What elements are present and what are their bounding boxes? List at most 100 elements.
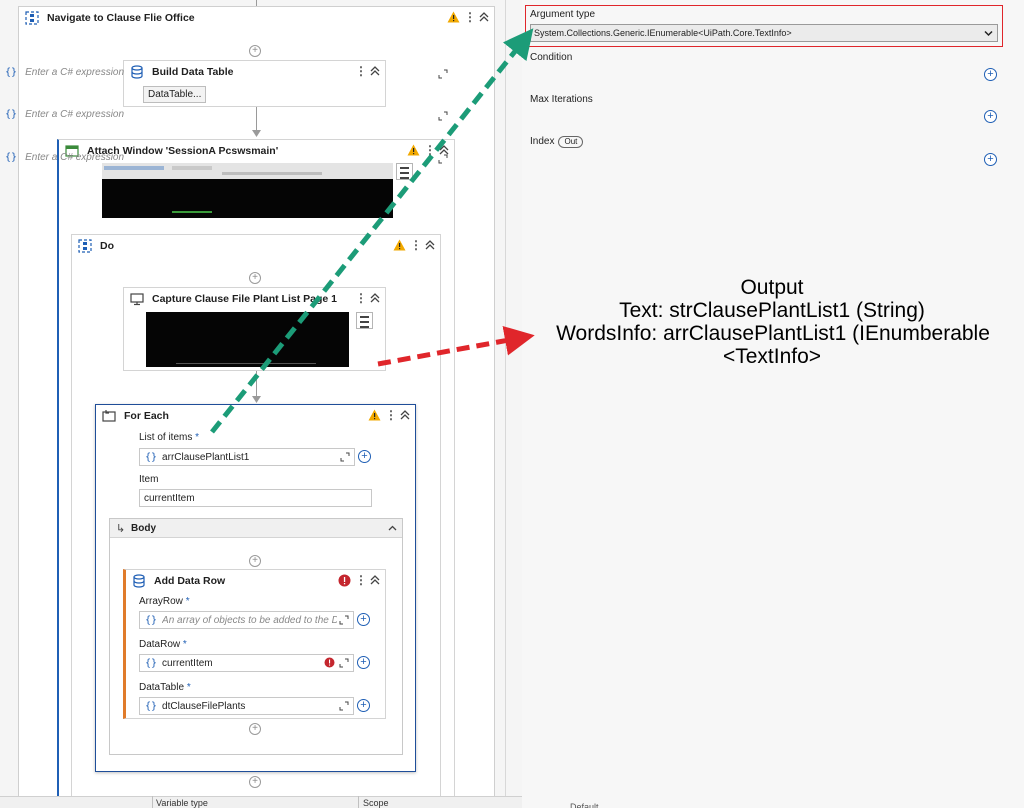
do-controls: ⋮	[393, 238, 436, 252]
navigate-controls: ⋮	[447, 10, 490, 24]
connector-line	[256, 371, 257, 398]
output-annotation: Output Text: strClausePlantList1 (String…	[536, 276, 1008, 368]
navigate-title: Navigate to Clause Flie Office	[47, 12, 195, 24]
expression-icon: {}	[5, 152, 18, 163]
monitor-icon	[130, 293, 144, 306]
list-of-items-value: arrClausePlantList1	[162, 451, 250, 463]
variable-type-column[interactable]: Variable type	[156, 798, 208, 808]
capture-title: Capture Clause File Plant List Page 1	[152, 293, 337, 305]
body-arrow-icon: ↳	[116, 523, 126, 535]
out-badge: Out	[558, 136, 584, 148]
capture-controls: ⋮	[355, 291, 381, 305]
warning-icon	[393, 239, 406, 251]
expand-icon[interactable]	[438, 111, 448, 121]
properties-panel	[522, 0, 1024, 808]
add-activity-icon[interactable]: +	[249, 776, 261, 788]
max-iterations-placeholder: Enter a C# expression	[25, 109, 125, 120]
collapse-icon[interactable]	[369, 292, 381, 304]
body-header[interactable]: ↳ Body	[110, 519, 402, 538]
expression-icon: {}	[5, 67, 18, 78]
more-options-icon[interactable]: ⋮	[464, 10, 476, 24]
collapse-icon[interactable]	[399, 409, 411, 421]
sequence-icon	[25, 11, 39, 25]
more-options-icon[interactable]: ⋮	[355, 291, 367, 305]
data-table-value: dtClauseFilePlants	[162, 700, 246, 712]
collapse-icon[interactable]	[478, 11, 490, 23]
argument-type-dropdown[interactable]: System.Collections.Generic.IEnumerable<U…	[530, 24, 998, 42]
add-data-row-title: Add Data Row	[154, 575, 226, 587]
list-of-items-field[interactable]: {} arrClausePlantList1	[139, 448, 355, 466]
warning-icon	[447, 11, 460, 23]
arrow-down-icon	[252, 396, 261, 403]
for-each-title: For Each	[124, 410, 169, 422]
max-iterations-label: Max Iterations	[530, 94, 593, 105]
index-placeholder: Enter a C# expression	[25, 152, 125, 163]
add-data-row-controls: ⋮	[338, 573, 381, 587]
add-activity-icon[interactable]: +	[249, 555, 261, 567]
index-label: Index Out	[530, 136, 584, 148]
add-argument-icon[interactable]: +	[984, 153, 997, 166]
capture-screenshot-thumbnail	[146, 312, 349, 367]
annotation-line-4: <TextInfo>	[722, 345, 822, 368]
index-field[interactable]: {} Enter a C# expression	[0, 151, 452, 164]
expression-icon: {}	[145, 451, 158, 463]
data-table-field[interactable]: {} dtClauseFilePlants	[139, 697, 354, 715]
variables-panel-header: Variable type Scope	[0, 796, 522, 808]
canvas-divider	[505, 0, 506, 796]
datatable-button[interactable]: DataTable...	[143, 86, 207, 103]
data-table-icon	[133, 574, 145, 588]
more-options-icon[interactable]: ⋮	[385, 408, 397, 422]
collapse-icon[interactable]	[369, 574, 381, 586]
data-table-label: DataTable *	[139, 682, 191, 693]
annotation-line-2: Text: strClausePlantList1 (String)	[619, 299, 925, 322]
condition-field[interactable]: {} Enter a C# expression	[0, 66, 452, 79]
warning-icon	[368, 409, 381, 421]
item-field[interactable]: currentItem	[139, 489, 372, 507]
menu-icon[interactable]	[396, 163, 413, 180]
max-iterations-field[interactable]: {} Enter a C# expression	[0, 108, 452, 121]
add-argument-icon[interactable]: +	[357, 699, 370, 712]
navigate-header: Navigate to Clause Flie Office	[19, 7, 494, 29]
add-argument-icon[interactable]: +	[357, 613, 370, 626]
annotation-line-1: Output	[740, 276, 804, 299]
window-screenshot-thumbnail	[102, 163, 393, 218]
expand-icon[interactable]	[438, 69, 448, 79]
expression-icon: {}	[145, 700, 158, 712]
scope-column[interactable]: Scope	[363, 798, 389, 808]
argument-type-value: System.Collections.Generic.IEnumerable<U…	[534, 28, 792, 38]
error-icon	[338, 574, 351, 586]
item-value: currentItem	[144, 492, 195, 504]
data-row-field[interactable]: {} currentItem	[139, 654, 354, 672]
add-activity-icon[interactable]: +	[249, 272, 261, 284]
expression-icon: {}	[145, 614, 158, 626]
annotation-line-3: WordsInfo: arrClausePlantList1 (IEnumber…	[556, 322, 990, 345]
expression-icon: {}	[5, 109, 18, 120]
error-icon	[324, 657, 335, 668]
data-row-label: DataRow *	[139, 639, 187, 650]
array-row-placeholder: An array of objects to be added to the D…	[162, 614, 338, 626]
list-of-items-label: List of items *	[139, 432, 200, 443]
expand-icon[interactable]	[339, 701, 349, 711]
designer-canvas: Navigate to Clause Flie Office ⋮ + Build…	[0, 0, 522, 808]
chevron-down-icon	[984, 30, 993, 37]
add-argument-icon[interactable]: +	[984, 68, 997, 81]
menu-icon[interactable]	[356, 312, 373, 329]
expand-icon[interactable]	[438, 154, 448, 164]
add-argument-icon[interactable]: +	[358, 450, 371, 463]
add-activity-icon[interactable]: +	[249, 45, 261, 57]
collapse-icon[interactable]	[424, 239, 436, 251]
add-activity-icon[interactable]: +	[249, 723, 261, 735]
expand-icon[interactable]	[339, 615, 349, 625]
capture-header: Capture Clause File Plant List Page 1	[124, 288, 385, 310]
more-options-icon[interactable]: ⋮	[410, 238, 422, 252]
more-options-icon[interactable]: ⋮	[355, 573, 367, 587]
array-row-field[interactable]: {} An array of objects to be added to th…	[139, 611, 354, 629]
item-label: Item	[139, 474, 159, 485]
arrow-down-icon	[252, 130, 261, 137]
expand-icon[interactable]	[340, 452, 350, 462]
collapse-icon[interactable]	[387, 523, 398, 534]
expand-icon[interactable]	[339, 658, 349, 668]
add-argument-icon[interactable]: +	[357, 656, 370, 669]
loop-icon	[102, 410, 116, 422]
add-argument-icon[interactable]: +	[984, 110, 997, 123]
